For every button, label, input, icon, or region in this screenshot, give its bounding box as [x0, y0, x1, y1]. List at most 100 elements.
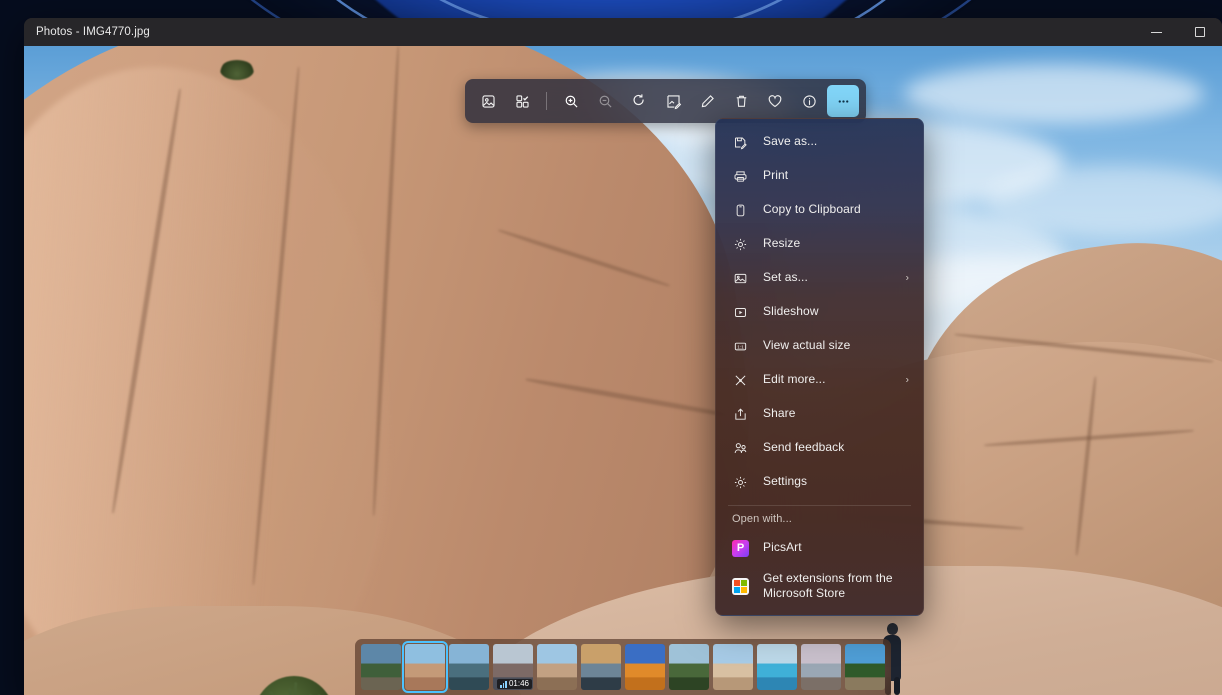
menu-item-label: Copy to Clipboard — [763, 202, 861, 217]
svg-text:1:1: 1:1 — [737, 344, 744, 349]
picsart-glyph: P — [736, 542, 745, 554]
more-options-menu: Save as... Print Copy to Clipboard Resiz… — [715, 118, 924, 616]
picsart-app-icon: P — [732, 539, 749, 557]
filmstrip-thumbnail[interactable] — [537, 644, 577, 690]
video-duration-badge: 01:46 — [497, 679, 532, 689]
menu-item-label: Set as... — [763, 270, 808, 285]
gear-resize-icon — [732, 236, 749, 253]
menu-item-label: Save as... — [763, 134, 818, 149]
thumbnail-image — [625, 644, 665, 690]
maximize-icon — [1195, 27, 1205, 37]
thumbnail-image — [801, 644, 841, 690]
filmstrip-thumbnail[interactable] — [669, 644, 709, 690]
store-tile — [734, 579, 740, 586]
zoom-in-icon — [565, 95, 578, 108]
microsoft-store-app-icon — [732, 577, 749, 595]
menu-item-label: Print — [763, 168, 789, 183]
heart-icon — [768, 95, 782, 108]
filmstrip-thumbnail[interactable] — [713, 644, 753, 690]
filmstrip: 01:46 — [355, 639, 891, 695]
thumbnail-image — [449, 644, 489, 690]
maximize-button[interactable] — [1178, 18, 1222, 46]
video-duration-text: 01:46 — [508, 679, 529, 688]
filmstrip-thumbnail[interactable] — [801, 644, 841, 690]
thumbnail-image — [669, 644, 709, 690]
ellipsis-icon — [838, 99, 848, 103]
thumbnail-image — [361, 644, 401, 690]
chevron-right-icon: › — [905, 272, 909, 284]
image-frame-icon — [481, 94, 495, 108]
minimize-icon — [1150, 31, 1162, 33]
menu-item-copy-to-clipboard[interactable]: Copy to Clipboard — [716, 193, 923, 227]
menu-item-settings[interactable]: Settings — [716, 465, 923, 499]
menu-item-label: Send feedback — [763, 440, 845, 455]
menu-item-send-feedback[interactable]: Send feedback — [716, 431, 923, 465]
picture-set-icon — [732, 270, 749, 287]
menu-item-view-actual-size[interactable]: 1:1 View actual size — [716, 329, 923, 363]
filmstrip-thumbnail[interactable] — [361, 644, 401, 690]
menu-item-slideshow[interactable]: Slideshow — [716, 295, 923, 329]
filmstrip-thumbnail[interactable] — [757, 644, 797, 690]
minimize-button[interactable] — [1134, 18, 1178, 46]
filmstrip-thumbnail[interactable]: 01:46 — [493, 644, 533, 690]
crop-button[interactable] — [657, 85, 689, 117]
open-with-section-label: Open with... — [732, 513, 792, 525]
menu-item-set-as[interactable]: Set as... › — [716, 261, 923, 295]
filmstrip-thumbnail[interactable] — [581, 644, 621, 690]
edit-button[interactable] — [691, 85, 723, 117]
zoom-in-button[interactable] — [555, 85, 587, 117]
thumbnail-image — [405, 644, 445, 690]
toolbar-separator — [546, 92, 547, 110]
person-head — [887, 623, 898, 635]
shrub-top — [220, 60, 254, 80]
person-leg — [894, 677, 900, 695]
photo-toolbar — [465, 79, 866, 123]
menu-item-resize[interactable]: Resize — [716, 227, 923, 261]
rotate-icon — [633, 94, 644, 106]
filmstrip-thumbnail[interactable] — [845, 644, 885, 690]
clipboard-icon — [732, 202, 749, 219]
menu-item-print[interactable]: Print — [716, 159, 923, 193]
menu-item-label: View actual size — [763, 338, 851, 353]
pencil-icon — [701, 94, 714, 107]
store-tile — [734, 586, 740, 593]
menu-item-share[interactable]: Share — [716, 397, 923, 431]
chevron-right-icon: › — [905, 374, 909, 386]
cloud — [904, 64, 1204, 124]
multi-select-button[interactable] — [506, 85, 538, 117]
actual-size-icon: 1:1 — [732, 338, 749, 355]
favorite-button[interactable] — [759, 85, 791, 117]
menu-item-label: PicsArt — [763, 540, 802, 555]
menu-item-picsart[interactable]: P PicsArt — [716, 531, 923, 565]
menu-item-label: Share — [763, 406, 796, 421]
menu-item-label: Get extensions from the Microsoft Store — [763, 570, 893, 600]
window-title: Photos - IMG4770.jpg — [36, 26, 150, 38]
filmstrip-thumbnail[interactable] — [625, 644, 665, 690]
menu-divider — [728, 505, 911, 506]
menu-item-get-extensions[interactable]: Get extensions from the Microsoft Store — [716, 565, 923, 607]
video-icon — [500, 680, 507, 688]
menu-item-save-as[interactable]: Save as... — [716, 125, 923, 159]
store-tile — [741, 579, 747, 586]
trash-icon — [736, 95, 746, 107]
share-icon — [732, 406, 749, 423]
thumbnail-image — [537, 644, 577, 690]
menu-item-edit-more[interactable]: Edit more... › — [716, 363, 923, 397]
printer-icon — [732, 168, 749, 185]
info-button[interactable] — [793, 85, 825, 117]
filmstrip-thumbnail[interactable] — [449, 644, 489, 690]
filmstrip-thumbnail[interactable] — [402, 641, 448, 693]
photo-viewer[interactable]: Save as... Print Copy to Clipboard Resiz… — [24, 46, 1222, 695]
thumbnail-image — [845, 644, 885, 690]
zoom-out-button[interactable] — [589, 85, 621, 117]
menu-item-label: Edit more... — [763, 372, 826, 387]
thumbnail-image — [713, 644, 753, 690]
thumbnail-image — [581, 644, 621, 690]
more-button[interactable] — [827, 85, 859, 117]
bush-spike — [292, 681, 298, 695]
delete-button[interactable] — [725, 85, 757, 117]
zoom-out-icon — [599, 95, 612, 108]
thumbnail-image — [757, 644, 797, 690]
gallery-button[interactable] — [472, 85, 504, 117]
rotate-button[interactable] — [623, 85, 655, 117]
